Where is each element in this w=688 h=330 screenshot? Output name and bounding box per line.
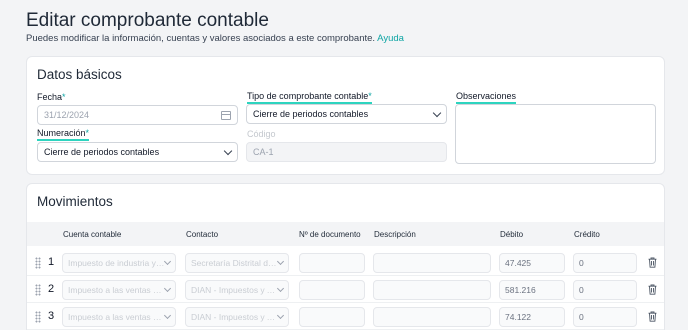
- help-link[interactable]: Ayuda: [377, 33, 404, 44]
- trash-icon[interactable]: [648, 257, 657, 268]
- fecha-value: 31/12/2024: [44, 110, 90, 120]
- basic-data-card: Datos básicos Fecha* 31/12/2024 Tipo de …: [26, 56, 665, 175]
- fecha-label-text: Fecha: [37, 92, 63, 102]
- page-title: Editar comprobante contable: [26, 10, 269, 31]
- debito-input[interactable]: 74.122: [499, 307, 565, 327]
- page-subtitle: Puedes modificar la información, cuentas…: [26, 33, 404, 44]
- required-mark: *: [62, 92, 66, 102]
- cuenta-value: Impuesto de industria y comercio: [68, 258, 165, 268]
- chevron-down-icon: [163, 311, 172, 320]
- credito-input[interactable]: 0: [573, 280, 637, 300]
- movements-title: Movimientos: [37, 194, 113, 209]
- fecha-label: Fecha*: [37, 92, 66, 102]
- contacto-select[interactable]: Secretaría Distrital de Hacienda: [185, 253, 289, 273]
- col-debito: Débito: [500, 230, 524, 239]
- col-contacto: Contacto: [186, 230, 219, 239]
- trash-icon[interactable]: [648, 311, 657, 322]
- contacto-value: DIAN - Impuestos y Aduanas: [191, 285, 278, 295]
- cuenta-contable-select[interactable]: Impuesto a las ventas por pagar: [62, 280, 176, 300]
- row-number: 1: [48, 256, 55, 268]
- credito-value: 0: [579, 312, 584, 322]
- debito-input[interactable]: 47.425: [499, 253, 565, 273]
- col-descripcion: Descripción: [374, 230, 416, 239]
- cuenta-contable-select[interactable]: Impuesto a las ventas por pagar: [62, 307, 176, 327]
- descripcion-input[interactable]: [373, 307, 491, 327]
- descripcion-input[interactable]: [373, 253, 491, 273]
- col-documento: Nº de documento: [299, 230, 361, 239]
- col-credito: Crédito: [574, 230, 600, 239]
- basic-data-title: Datos básicos: [37, 67, 122, 82]
- observaciones-textarea[interactable]: [455, 104, 656, 164]
- movements-card: Movimientos Cuenta contable Contacto Nº …: [26, 183, 665, 330]
- documento-input[interactable]: [299, 253, 365, 273]
- observaciones-label: Observaciones: [456, 91, 517, 104]
- codigo-value: CA-1: [253, 147, 274, 157]
- documento-input[interactable]: [299, 307, 365, 327]
- tipo-label-text: Tipo de comprobante contable: [247, 91, 369, 101]
- calendar-icon[interactable]: [221, 110, 231, 120]
- debito-value: 74.122: [505, 312, 531, 322]
- credito-value: 0: [579, 285, 584, 295]
- row-number: 3: [48, 310, 55, 322]
- fecha-input[interactable]: 31/12/2024: [37, 105, 238, 125]
- chevron-down-icon: [276, 257, 285, 266]
- debito-value: 47.425: [505, 258, 531, 268]
- codigo-input: CA-1: [246, 142, 447, 162]
- drag-handle-icon[interactable]: [35, 311, 41, 323]
- drag-handle-icon[interactable]: [35, 257, 41, 269]
- documento-input[interactable]: [299, 280, 365, 300]
- credito-input[interactable]: 0: [573, 253, 637, 273]
- debito-input[interactable]: 581.216: [499, 280, 565, 300]
- debito-value: 581.216: [505, 285, 536, 295]
- tipo-label: Tipo de comprobante contable*: [247, 91, 372, 104]
- contacto-select[interactable]: DIAN - Impuestos y Aduanas: [185, 280, 289, 300]
- descripcion-input[interactable]: [373, 280, 491, 300]
- drag-handle-icon[interactable]: [35, 284, 41, 296]
- trash-icon[interactable]: [648, 284, 657, 295]
- chevron-down-icon: [276, 311, 285, 320]
- required-mark: *: [85, 128, 90, 138]
- tipo-select[interactable]: Cierre de periodos contables: [246, 104, 447, 124]
- tipo-value: Cierre de periodos contables: [253, 109, 369, 119]
- credito-value: 0: [579, 258, 584, 268]
- chevron-down-icon: [276, 284, 285, 293]
- cuenta-contable-select[interactable]: Impuesto de industria y comercio: [62, 253, 176, 273]
- cuenta-value: Impuesto a las ventas por pagar: [68, 312, 165, 322]
- table-row: 1 Impuesto de industria y comercio Secre…: [27, 250, 664, 276]
- required-mark: *: [368, 91, 372, 101]
- codigo-label: Código: [247, 129, 276, 139]
- numeracion-label-text: Numeración: [37, 128, 86, 138]
- chevron-down-icon: [163, 284, 172, 293]
- table-row: 2 Impuesto a las ventas por pagar DIAN -…: [27, 277, 664, 303]
- movements-table-header: Cuenta contable Contacto Nº de documento…: [27, 222, 664, 246]
- cuenta-value: Impuesto a las ventas por pagar: [68, 285, 165, 295]
- numeracion-label: Numeración*: [37, 128, 90, 141]
- contacto-value: Secretaría Distrital de Hacienda: [191, 258, 278, 268]
- contacto-select[interactable]: DIAN - Impuestos y Aduanas: [185, 307, 289, 327]
- credito-input[interactable]: 0: [573, 307, 637, 327]
- col-cuenta-contable: Cuenta contable: [63, 230, 122, 239]
- row-number: 2: [48, 283, 55, 295]
- table-row: 3 Impuesto a las ventas por pagar DIAN -…: [27, 304, 664, 330]
- chevron-down-icon: [223, 146, 233, 155]
- subtitle-text: Puedes modificar la información, cuentas…: [26, 33, 376, 44]
- numeracion-value: Cierre de periodos contables: [44, 147, 160, 157]
- chevron-down-icon: [432, 108, 442, 117]
- numeracion-select[interactable]: Cierre de periodos contables: [37, 142, 238, 162]
- contacto-value: DIAN - Impuestos y Aduanas: [191, 312, 278, 322]
- chevron-down-icon: [163, 257, 172, 266]
